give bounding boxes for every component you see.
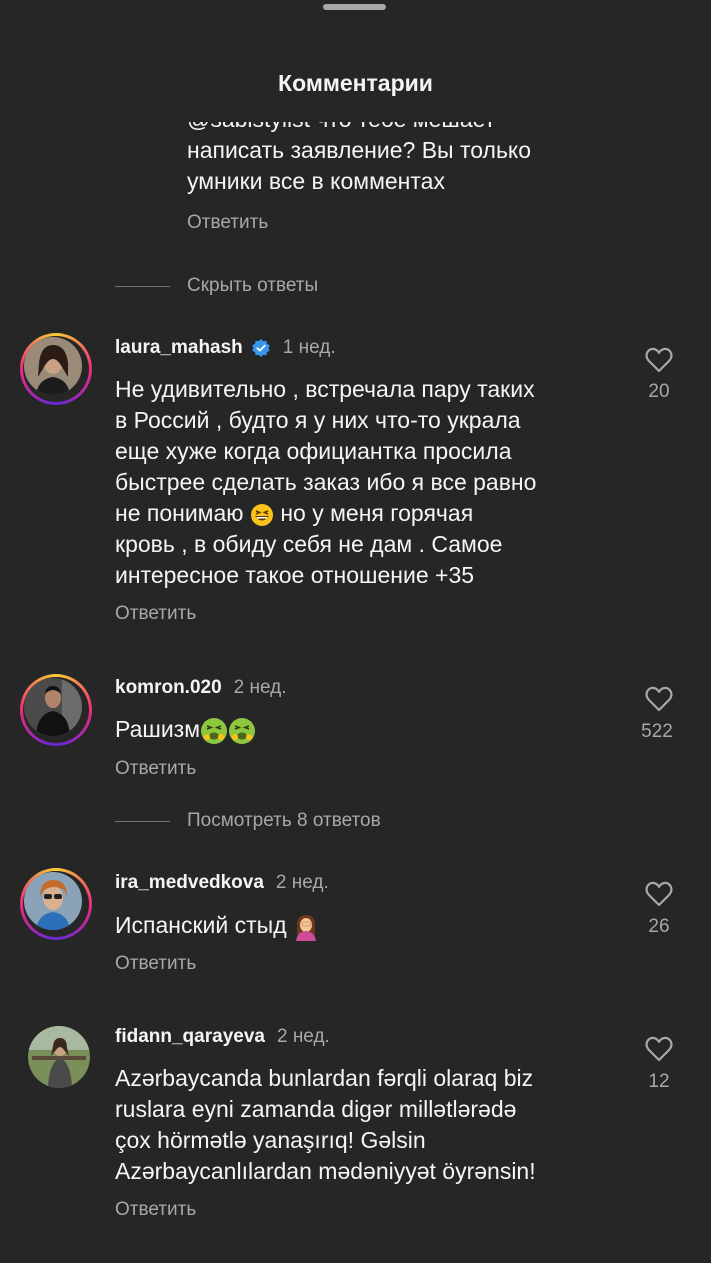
like-count: 522 (641, 721, 673, 742)
comment-text: Испанский стыд (115, 910, 319, 941)
text-line: Не удивительно , встречала пару таких (115, 376, 535, 402)
text-line: Azərbaycanlılardan mədəniyyət öyrənsin! (115, 1158, 536, 1184)
comment-meta: komron.020 2 нед. (115, 677, 287, 699)
woman-facepalming-emoji (296, 914, 317, 941)
heart-outline-icon[interactable] (645, 881, 673, 907)
avatar[interactable] (28, 1026, 90, 1088)
text-line: кровь , в обиду себя не дам . Самое (115, 531, 503, 557)
comment-text: Рашизм (115, 714, 256, 745)
divider (115, 820, 170, 822)
text-line: çox hörmətlə yanaşırıq! Gəlsin (115, 1127, 426, 1153)
like-count: 20 (648, 381, 670, 402)
comment-meta: fidann_qarayeva 2 нед. (115, 1026, 330, 1048)
comment-text: Azərbaycanda bunlardan fərqli olaraq biz… (115, 1063, 536, 1187)
hide-replies-label: Скрыть ответы (187, 275, 319, 296)
username[interactable]: komron.020 (115, 677, 222, 699)
avatar[interactable] (20, 333, 92, 405)
view-replies-button[interactable]: Посмотреть 8 ответов (115, 810, 381, 832)
comment-meta: laura_mahash 1 нед. (115, 337, 336, 359)
text-line: ruslara eyni zamanda digər millətlərədə (115, 1096, 517, 1122)
page-title: Комментарии (278, 70, 433, 96)
comment-meta: ira_medvedkova 2 нед. (115, 872, 329, 894)
username[interactable]: laura_mahash (115, 337, 243, 359)
reply-button[interactable]: Ответить (115, 1199, 196, 1221)
reply-line: написать заявление? Вы только (187, 137, 532, 163)
text-line: интересное такое отношение +35 (115, 562, 475, 588)
comment-time: 2 нед. (275, 872, 329, 893)
text-line: Испанский стыд (115, 912, 294, 938)
heart-outline-icon[interactable] (645, 1036, 673, 1062)
avatar-image (24, 872, 82, 930)
comment-text: Не удивительно , встречала пару таких в … (115, 374, 536, 591)
sheet-header: Комментарии (0, 0, 711, 122)
grinning-squinting-face-emoji (250, 503, 273, 526)
username[interactable]: ira_medvedkova (115, 872, 264, 894)
reply-line: умники все в комментах (187, 168, 445, 194)
heart-outline-icon[interactable] (645, 686, 673, 712)
hide-replies-button[interactable]: Скрыть ответы (115, 275, 318, 297)
avatar[interactable] (20, 674, 92, 746)
reply-button[interactable]: Ответить (115, 603, 196, 625)
comment-time: 1 нед. (282, 337, 336, 358)
nauseated-face-emoji (201, 717, 228, 744)
like-count: 26 (648, 916, 670, 937)
text-line: не понимаю (115, 500, 250, 526)
text-line: но у меня горячая (273, 500, 474, 526)
like-count: 12 (648, 1071, 670, 1092)
text-line: Рашизм (115, 716, 201, 742)
view-replies-label: Посмотреть 8 ответов (187, 810, 381, 831)
nauseated-face-emoji (229, 717, 256, 744)
text-line: Azərbaycanda bunlardan fərqli olaraq biz (115, 1065, 534, 1091)
reply-button[interactable]: Ответить (187, 212, 268, 234)
reply-button[interactable]: Ответить (115, 953, 196, 975)
comment-time: 2 нед. (276, 1026, 330, 1047)
heart-outline-icon[interactable] (645, 347, 673, 373)
verified-badge-icon (251, 339, 270, 357)
divider (115, 285, 170, 287)
text-line: еще хуже когда официантка просила (115, 438, 512, 464)
reply-button[interactable]: Ответить (115, 758, 196, 780)
avatar-image (24, 337, 82, 395)
comment-time: 2 нед. (233, 677, 287, 698)
text-line: быстрее сделать заказ ибо я все равно (115, 469, 537, 495)
drag-handle[interactable] (323, 4, 386, 10)
avatar-image (24, 678, 82, 736)
text-line: в Россий , будто я у них что-то украла (115, 407, 521, 433)
avatar[interactable] (20, 868, 92, 940)
username[interactable]: fidann_qarayeva (115, 1026, 265, 1048)
